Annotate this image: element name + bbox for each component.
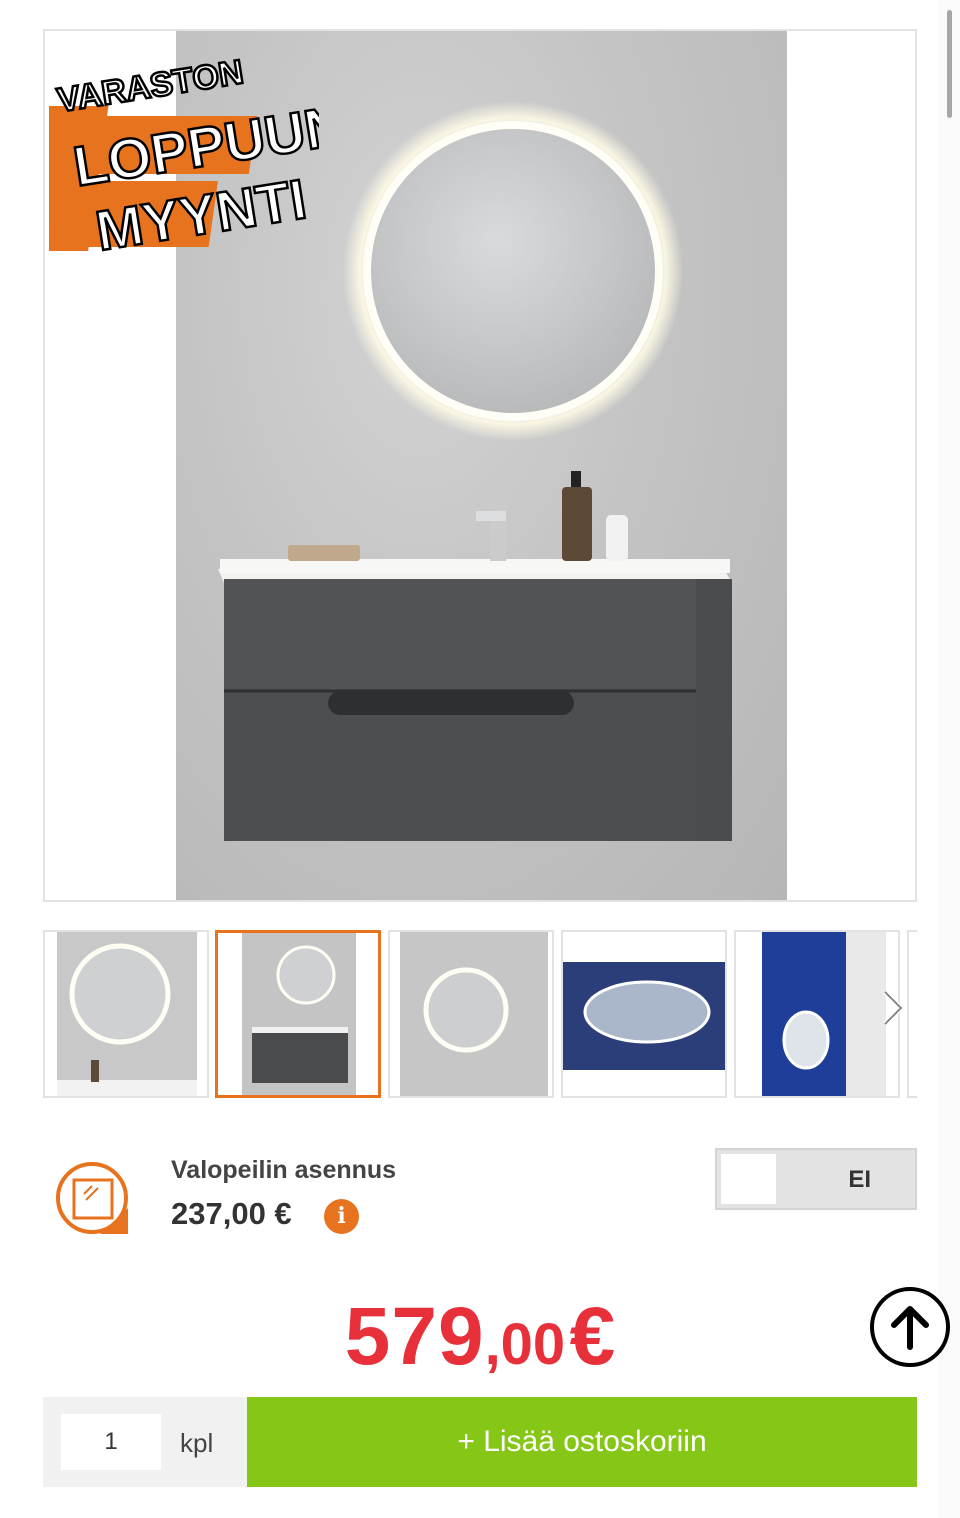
installation-price: 237,00 € <box>171 1196 292 1231</box>
add-to-cart-button[interactable]: + Lisää ostoskoriin <box>247 1397 917 1487</box>
thumbnail-4[interactable] <box>561 930 727 1098</box>
info-icon[interactable]: i <box>324 1199 359 1234</box>
price-decimals: ,00 <box>484 1312 566 1377</box>
price-currency: € <box>569 1291 616 1382</box>
installation-toggle[interactable]: EI <box>715 1148 917 1210</box>
product-price: 579,00 € <box>0 1290 960 1384</box>
scroll-to-top-button[interactable] <box>870 1287 950 1367</box>
add-to-cart-bar: kpl + Lisää ostoskoriin <box>43 1397 917 1487</box>
quantity-input[interactable] <box>61 1414 161 1470</box>
quantity-unit: kpl <box>180 1428 214 1458</box>
price-main: 579 <box>344 1291 485 1382</box>
toggle-knob[interactable] <box>721 1154 776 1204</box>
scrollbar-thumb[interactable] <box>947 10 952 118</box>
arrow-up-icon <box>891 1306 929 1350</box>
thumbnail-1[interactable] <box>43 930 209 1098</box>
chevron-right-icon[interactable] <box>871 978 911 1038</box>
installation-title: Valopeilin asennus <box>171 1156 397 1184</box>
mirror-installation-icon <box>56 1162 128 1234</box>
thumbnail-3[interactable] <box>388 930 554 1098</box>
badge-line-1: VARASTON <box>55 53 246 120</box>
thumbnail-2[interactable] <box>215 930 381 1098</box>
thumbnail-strip <box>43 930 917 1098</box>
clearance-sale-badge: VARASTON LOPPUUN- MYYNTI <box>49 52 319 264</box>
toggle-label: EI <box>848 1166 871 1193</box>
main-product-image[interactable]: VARASTON LOPPUUN- MYYNTI <box>43 29 917 902</box>
